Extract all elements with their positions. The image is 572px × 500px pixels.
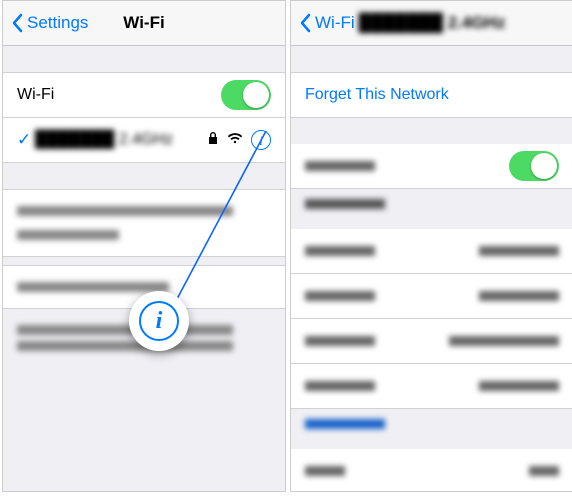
network-detail-screen: Wi-Fi ███████ 2.4GHz Forget This Network <box>290 0 572 492</box>
ip-address-header <box>291 189 572 229</box>
nav-bar: Settings Wi-Fi <box>3 1 285 46</box>
connected-network-row[interactable]: ✓ ███████ 2.4GHz i <box>3 118 285 163</box>
wifi-toggle-switch[interactable] <box>221 80 271 110</box>
lock-icon <box>207 131 219 150</box>
forget-network-label: Forget This Network <box>305 86 449 104</box>
info-callout-zoom: i <box>129 291 189 351</box>
info-icon: i <box>139 301 179 341</box>
router-row <box>291 364 572 409</box>
settings-wifi-screen: Settings Wi-Fi Wi-Fi ✓ ███████ 2.4GHz i <box>2 0 286 492</box>
back-button[interactable]: Settings <box>11 13 88 33</box>
back-button[interactable]: Wi-Fi <box>299 13 355 33</box>
wifi-label: Wi-Fi <box>17 86 54 104</box>
wifi-master-toggle-row[interactable]: Wi-Fi <box>3 72 285 118</box>
ip-config-row[interactable] <box>291 229 572 274</box>
forget-network-row[interactable]: Forget This Network <box>291 72 572 118</box>
choose-network-section <box>3 189 285 257</box>
wifi-signal-icon <box>227 131 243 149</box>
back-label: Settings <box>27 13 88 33</box>
chevron-left-icon <box>299 13 311 33</box>
network-info-button[interactable]: i <box>251 130 271 150</box>
dns-header <box>291 409 572 449</box>
subnet-row <box>291 319 572 364</box>
back-label: Wi-Fi <box>315 13 355 33</box>
dns-config-row[interactable] <box>291 449 572 492</box>
network-name: ███████ 2.4GHz <box>35 131 173 149</box>
checkmark-icon: ✓ <box>17 130 35 150</box>
nav-bar: Wi-Fi ███████ 2.4GHz <box>291 1 572 46</box>
auto-join-row[interactable] <box>291 144 572 189</box>
auto-join-toggle[interactable] <box>509 151 559 181</box>
chevron-left-icon <box>11 13 23 33</box>
ip-address-row <box>291 274 572 319</box>
